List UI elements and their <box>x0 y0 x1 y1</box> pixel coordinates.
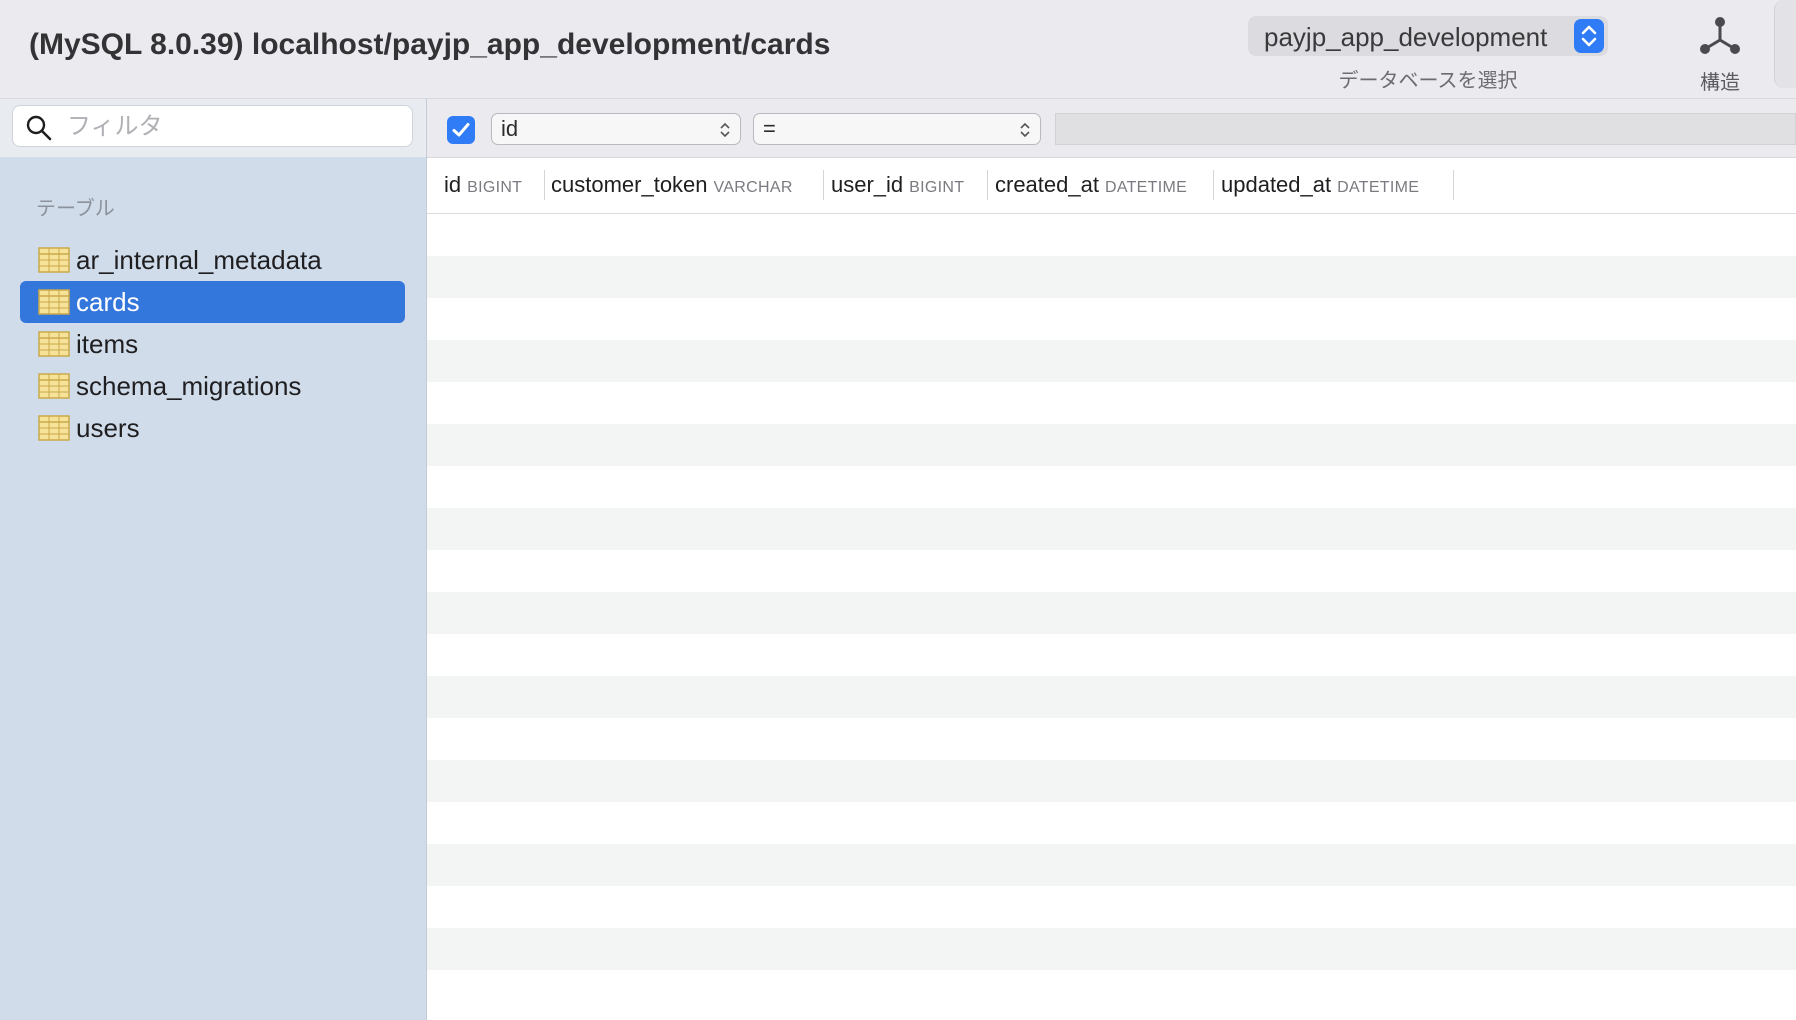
empty-row <box>427 424 1796 466</box>
empty-row <box>427 592 1796 634</box>
database-select-value: payjp_app_development <box>1264 22 1548 52</box>
empty-row <box>427 760 1796 802</box>
column-divider[interactable] <box>987 170 988 200</box>
table-list: ar_internal_metadata cards items schema_… <box>20 239 405 449</box>
filter-enabled-checkbox[interactable] <box>447 116 475 144</box>
column-type: DATETIME <box>1104 179 1188 196</box>
empty-row <box>427 802 1796 844</box>
toolbar-overflow-edge <box>1774 0 1796 88</box>
empty-row <box>427 886 1796 928</box>
filter-bar: id = <box>427 99 1796 158</box>
table-filter[interactable] <box>12 105 413 147</box>
table-item-users[interactable]: users <box>20 407 405 449</box>
column-divider[interactable] <box>544 170 545 200</box>
empty-row <box>427 340 1796 382</box>
table-item-label: items <box>76 329 139 359</box>
empty-row <box>427 718 1796 760</box>
column-name: id <box>444 172 462 197</box>
table-item-schema-migrations[interactable]: schema_migrations <box>20 365 405 407</box>
table-item-label: cards <box>76 287 140 317</box>
structure-label: 構造 <box>1700 72 1740 94</box>
table-icon <box>38 331 70 357</box>
table-filter-input[interactable] <box>65 110 399 144</box>
table-item-ar-internal-metadata[interactable]: ar_internal_metadata <box>20 239 405 281</box>
column-header-updated-at[interactable]: updated_at DATETIME <box>1221 172 1419 198</box>
column-header-user-id[interactable]: user_id BIGINT <box>831 172 964 198</box>
empty-row <box>427 634 1796 676</box>
table-icon <box>38 247 70 273</box>
search-icon <box>26 115 52 141</box>
empty-row <box>427 928 1796 970</box>
column-name: created_at <box>995 172 1099 197</box>
empty-row <box>427 508 1796 550</box>
filter-value-field[interactable] <box>1055 113 1796 145</box>
sidebar-filter-area <box>0 99 426 157</box>
table-rows <box>427 214 1796 1012</box>
table-icon <box>38 415 70 441</box>
column-header-row: id BIGINT customer_token VARCHAR user_id BI… <box>427 158 1796 214</box>
content-area: id = id BIGINT customer_token VARCHAR user… <box>427 99 1796 1020</box>
table-item-label: ar_internal_metadata <box>76 245 322 275</box>
empty-row <box>427 466 1796 508</box>
database-select[interactable]: payjp_app_development <box>1248 16 1608 56</box>
column-type: BIGINT <box>467 179 523 196</box>
checkmark-icon <box>452 123 470 137</box>
table-icon <box>38 373 70 399</box>
empty-row <box>427 298 1796 340</box>
column-name: customer_token <box>551 172 708 197</box>
database-select-caption: データベースを選択 <box>1338 70 1518 92</box>
column-type: DATETIME <box>1337 179 1420 196</box>
empty-row <box>427 382 1796 424</box>
column-header-id[interactable]: id BIGINT <box>444 172 522 198</box>
column-divider[interactable] <box>1453 170 1454 200</box>
column-name: user_id <box>831 172 904 197</box>
empty-row <box>427 550 1796 592</box>
chevron-up-down-icon <box>1574 19 1604 53</box>
filter-operator-select[interactable]: = <box>753 113 1041 145</box>
table-item-label: users <box>76 413 140 443</box>
empty-row <box>427 214 1796 256</box>
empty-row <box>427 844 1796 886</box>
empty-row <box>427 676 1796 718</box>
column-divider[interactable] <box>823 170 824 200</box>
empty-row <box>427 256 1796 298</box>
sidebar: テーブル ar_internal_metadata cards <box>0 99 427 1020</box>
column-name: updated_at <box>1221 172 1332 197</box>
structure-button[interactable]: 構造 <box>1682 14 1758 94</box>
table-item-items[interactable]: items <box>20 323 405 365</box>
column-type: VARCHAR <box>713 179 793 196</box>
column-header-customer-token[interactable]: customer_token VARCHAR <box>551 172 793 198</box>
column-header-created-at[interactable]: created_at DATETIME <box>995 172 1187 198</box>
chevron-up-down-icon <box>1020 122 1030 138</box>
filter-column-value: id <box>501 116 519 141</box>
window-title: (MySQL 8.0.39) localhost/payjp_app_devel… <box>29 28 831 61</box>
toolbar: (MySQL 8.0.39) localhost/payjp_app_devel… <box>0 0 1796 99</box>
tables-section-header: テーブル <box>36 198 115 220</box>
column-divider[interactable] <box>1213 170 1214 200</box>
chevron-up-down-icon <box>720 122 730 138</box>
filter-column-select[interactable]: id <box>491 113 741 145</box>
table-item-label: schema_migrations <box>76 371 302 401</box>
table-item-cards[interactable]: cards <box>20 281 405 323</box>
structure-icon <box>1700 17 1740 54</box>
empty-row <box>427 970 1796 1012</box>
filter-operator-value: = <box>763 116 776 141</box>
column-type: BIGINT <box>909 179 965 196</box>
table-icon <box>38 289 70 315</box>
